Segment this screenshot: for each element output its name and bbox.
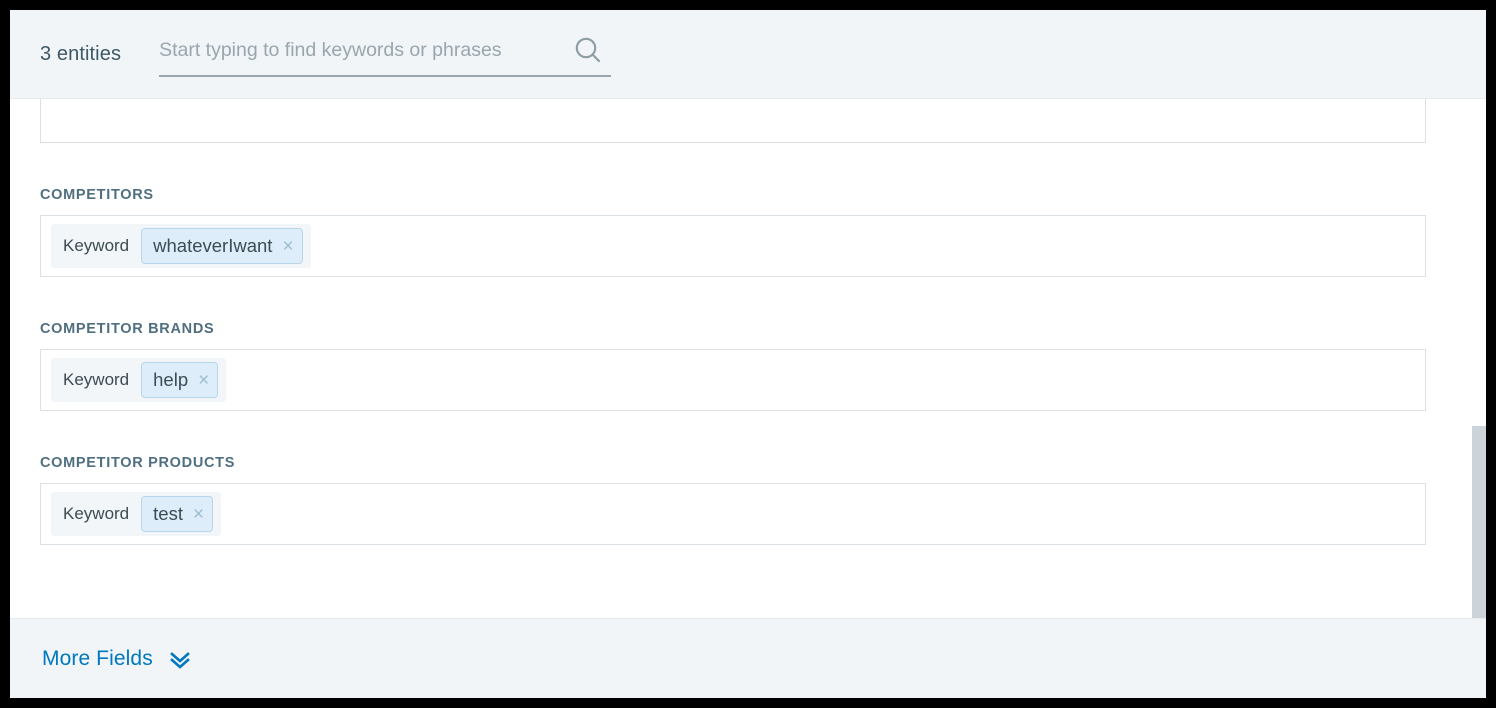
keyword-chip-text: whateverIwant bbox=[153, 235, 273, 256]
vertical-scrollbar-thumb[interactable] bbox=[1472, 426, 1486, 618]
chevron-double-down-icon[interactable] bbox=[167, 646, 193, 672]
keyword-type-label: Keyword bbox=[63, 370, 130, 389]
section-label-competitor-brands: COMPETITOR BRANDS bbox=[40, 321, 215, 337]
vertical-scrollbar-track[interactable] bbox=[1472, 188, 1486, 618]
field-box-competitor-products[interactable]: Keyword test × bbox=[40, 483, 1426, 545]
keyword-group: Keyword help × bbox=[51, 358, 227, 402]
section-label-competitor-products: COMPETITOR PRODUCTS bbox=[40, 455, 236, 471]
keyword-chip[interactable]: whateverIwant × bbox=[141, 228, 303, 264]
field-box-partial[interactable] bbox=[40, 99, 1426, 143]
keyword-chip-text: test bbox=[153, 503, 183, 524]
section-label-competitors: COMPETITORS bbox=[40, 187, 154, 203]
panel-footer: More Fields bbox=[10, 618, 1486, 698]
section-competitor-brands: COMPETITOR BRANDS Keyword help × bbox=[10, 321, 1456, 411]
keyword-chip[interactable]: help × bbox=[141, 362, 219, 398]
keyword-group: Keyword test × bbox=[51, 492, 222, 536]
search-input[interactable] bbox=[159, 38, 572, 68]
field-box-competitor-brands[interactable]: Keyword help × bbox=[40, 349, 1426, 411]
close-icon[interactable]: × bbox=[198, 371, 209, 390]
keyword-chip[interactable]: test × bbox=[141, 496, 214, 532]
section-competitor-products: COMPETITOR PRODUCTS Keyword test × bbox=[10, 455, 1456, 545]
keyword-type-label: Keyword bbox=[63, 236, 130, 255]
close-icon[interactable]: × bbox=[282, 237, 293, 256]
close-icon[interactable]: × bbox=[193, 505, 204, 524]
keyword-type-label: Keyword bbox=[63, 504, 130, 523]
section-competitors: COMPETITORS Keyword whateverIwant × bbox=[10, 187, 1456, 277]
fields-scroll-area[interactable]: COMPETITORS Keyword whateverIwant × COMP… bbox=[10, 99, 1486, 618]
entity-count-label: 3 entities bbox=[40, 42, 122, 65]
panel-header: 3 entities bbox=[10, 10, 1486, 99]
field-box-competitors[interactable]: Keyword whateverIwant × bbox=[40, 215, 1426, 277]
search-icon[interactable] bbox=[571, 34, 605, 68]
keyword-group: Keyword whateverIwant × bbox=[51, 224, 311, 268]
keyword-search-field[interactable] bbox=[159, 31, 612, 77]
keyword-chip-text: help bbox=[153, 369, 189, 390]
fields-list: COMPETITORS Keyword whateverIwant × COMP… bbox=[10, 99, 1456, 565]
entity-editor-panel: 3 entities COMPETITORS bbox=[10, 10, 1486, 698]
more-fields-button[interactable]: More Fields bbox=[42, 646, 193, 672]
more-fields-label: More Fields bbox=[42, 646, 153, 670]
screenshot-frame: 3 entities COMPETITORS bbox=[0, 0, 1496, 708]
